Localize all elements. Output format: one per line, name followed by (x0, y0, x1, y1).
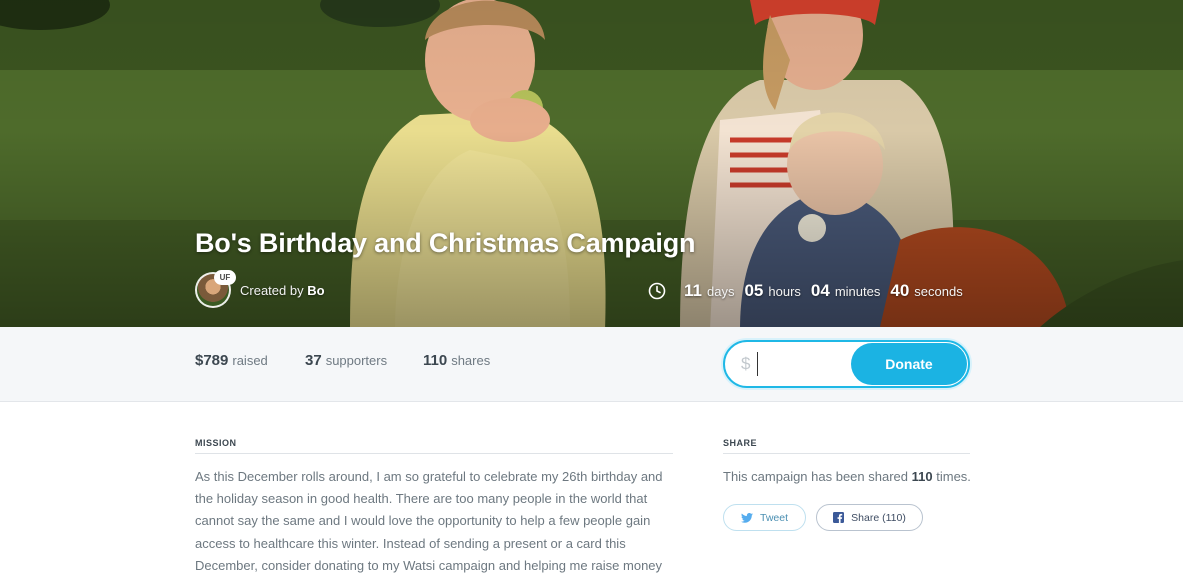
countdown-minutes: 04 (810, 281, 830, 300)
mission-heading: MISSION (195, 438, 237, 448)
share-summary: This campaign has been shared 110 times. (723, 469, 971, 484)
shares-label: shares (451, 353, 491, 368)
countdown-minutes-label: minutes (834, 283, 881, 299)
created-by-label: Created by (240, 282, 304, 298)
raised-label: raised (232, 353, 268, 368)
hero-banner: Bo's Birthday and Christmas Campaign UF … (0, 0, 1183, 327)
stat-supporters: 37 supporters (305, 352, 387, 370)
stats-bar: $789 raised 37 supporters 110 shares (0, 327, 1183, 402)
countdown-seconds: 40 (890, 281, 910, 300)
countdown-timer: 11 days 05 hours 04 minutes 40 seconds (648, 280, 973, 302)
tweet-button[interactable]: Tweet (723, 504, 806, 531)
countdown-hours: 05 (744, 281, 764, 300)
countdown-days: 11 (684, 281, 702, 300)
share-heading: SHARE (723, 438, 758, 448)
countdown-days-label: days (706, 283, 735, 299)
facebook-share-label: Share (110) (851, 511, 906, 524)
tweet-label: Tweet (759, 511, 788, 524)
mission-text: As this December rolls around, I am so g… (195, 469, 663, 573)
created-by: Created by Bo (240, 283, 325, 298)
campaign-title: Bo's Birthday and Christmas Campaign (195, 228, 696, 258)
hero-overlay (0, 0, 1183, 327)
supporters-count: 37 (305, 352, 322, 369)
facebook-share-button[interactable]: Share (110) (816, 504, 923, 531)
facebook-icon (833, 512, 845, 523)
raised-amount: $789 (195, 352, 229, 369)
shares-count: 110 (423, 352, 448, 369)
avatar[interactable]: UF (195, 270, 236, 308)
creator-info: UF Created by Bo (195, 270, 325, 309)
countdown-hours-label: hours (768, 283, 801, 299)
stat-shares: 110 shares (423, 352, 490, 370)
donate-form: $ Donate (723, 340, 970, 388)
donate-button[interactable]: Donate (851, 343, 967, 385)
mission-divider (195, 453, 673, 454)
countdown-seconds-label: seconds (914, 283, 963, 299)
supporters-label: supporters (325, 353, 388, 368)
stat-raised: $789 raised (195, 352, 268, 370)
share-text-after: times. (936, 469, 971, 484)
currency-symbol: $ (741, 354, 751, 373)
donation-amount-input[interactable] (757, 352, 847, 376)
clock-icon (648, 282, 666, 300)
creator-name[interactable]: Bo (307, 283, 324, 298)
twitter-icon (740, 512, 753, 523)
share-count: 110 (911, 469, 933, 484)
share-divider (723, 453, 970, 454)
avatar-badge: UF (214, 270, 236, 285)
share-text-before: This campaign has been shared (723, 469, 909, 484)
